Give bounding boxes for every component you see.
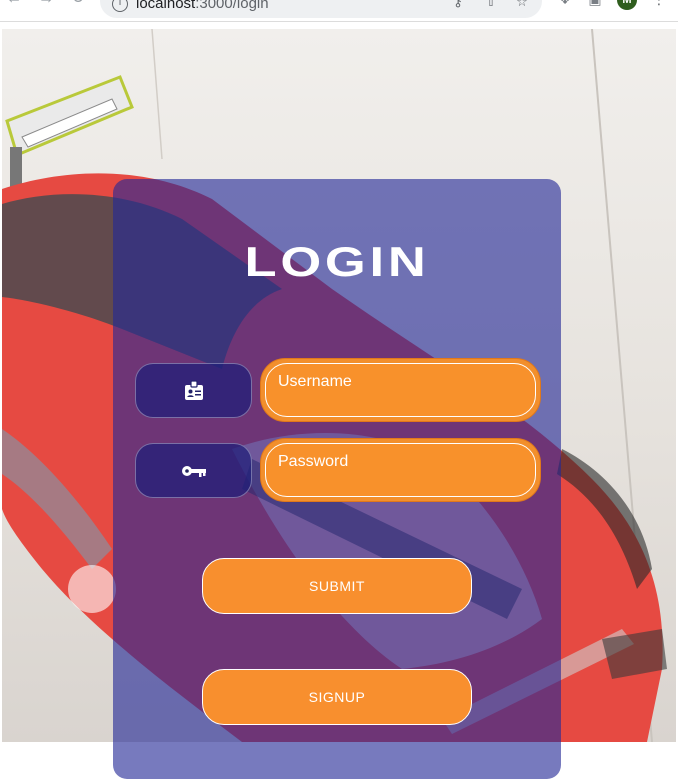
password-key-icon[interactable]: ⚷ [450,0,466,11]
extensions-icon[interactable]: ❖ [556,0,574,9]
page-title: LOGIN [244,238,430,285]
back-icon[interactable]: ← [6,0,22,7]
browser-toolbar: ← → ↻ i localhost:3000/login ⚷ ⇧ ☆ ❖ ▣ M… [0,0,678,22]
username-icon-box [135,363,252,418]
username-field-wrapper [261,359,540,421]
browser-menu-icon[interactable]: ⋮ [652,0,666,10]
toolbar-divider [0,21,678,22]
signup-button[interactable]: SIGNUP [202,669,472,725]
password-icon-box [135,443,252,498]
bookmark-star-icon[interactable]: ☆ [514,0,530,11]
share-icon[interactable]: ⇧ [483,0,499,11]
profile-avatar[interactable]: M [617,0,637,10]
address-bar[interactable]: i localhost:3000/login ⚷ ⇧ ☆ [100,0,542,18]
side-panel-icon[interactable]: ▣ [586,0,604,9]
key-icon [181,465,206,477]
username-input[interactable] [265,363,536,417]
submit-button[interactable]: SUBMIT [202,558,472,614]
site-info-icon[interactable]: i [112,0,128,12]
password-input[interactable] [265,443,536,497]
password-field-wrapper [261,439,540,501]
address-url[interactable]: localhost:3000/login [136,0,269,12]
reload-icon[interactable]: ↻ [70,0,86,7]
forward-icon[interactable]: → [38,0,54,7]
id-badge-icon [184,379,203,400]
